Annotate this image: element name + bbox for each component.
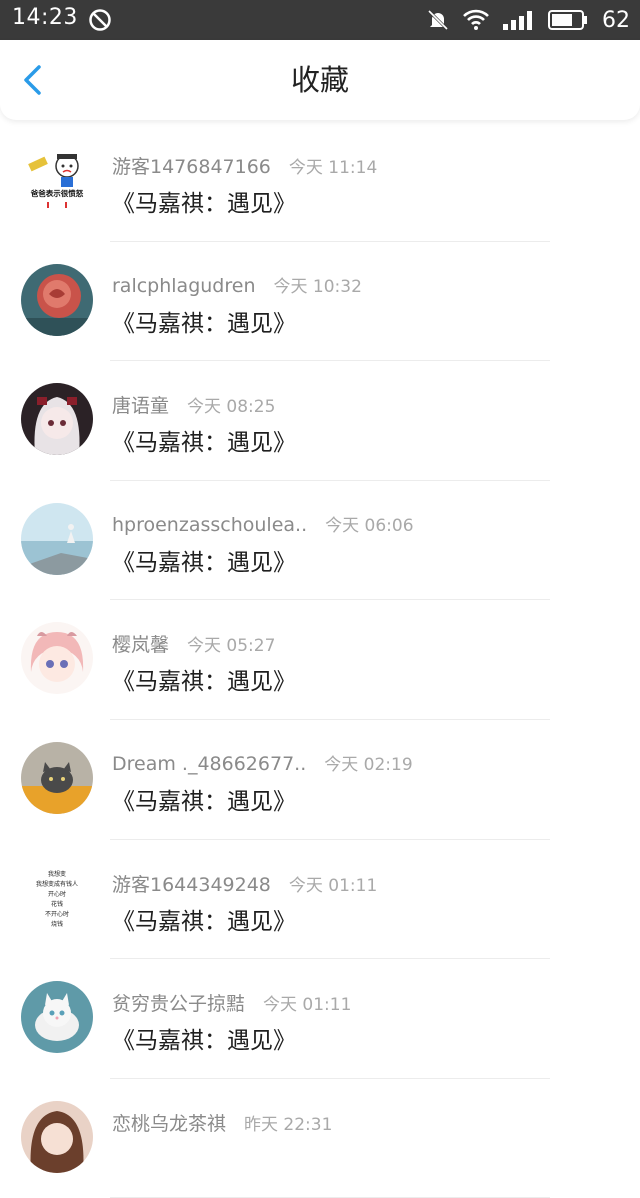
signal-icon [503,11,532,30]
list-item[interactable]: 樱岚馨 今天 05:27 《马嘉祺：遇见》 [0,600,640,720]
avatar [21,263,93,336]
avatar [21,1100,93,1173]
header: 收藏 [0,40,640,120]
avatar-text-line: 我想变 [48,870,66,878]
avatar [21,383,93,456]
avatar-text-line: 不开心时 [45,910,69,918]
status-bar: 14:23 62 [0,0,640,40]
timestamp: 今天 08:25 [187,397,276,418]
list-item[interactable]: ralcphlagudren 今天 10:32 《马嘉祺：遇见》 [0,242,640,362]
favorites-list: 爸爸表示很愤怒 游客1476847166 今天 11:14 《马嘉祺：遇见》 r… [0,122,640,1198]
timestamp: 今天 10:32 [273,276,362,297]
username: 唐语童 [112,395,170,418]
username: 贫穷贵公子掠黠 [112,993,246,1016]
avatar-caption: 爸爸表示很愤怒 [30,188,84,198]
mute-icon [427,9,449,31]
avatar: 我想变 我想变成有钱人 开心时 花钱 不开心时 烧钱 [21,861,93,934]
avatar [21,981,93,1054]
list-item[interactable]: hproenzasschoulea.. 今天 06:06 《马嘉祺：遇见》 [0,481,640,601]
avatar-text-line: 花钱 [51,900,63,908]
list-item[interactable]: 爸爸表示很愤怒 游客1476847166 今天 11:14 《马嘉祺：遇见》 [0,122,640,242]
timestamp: 今天 06:06 [325,515,414,536]
item-title: 《马嘉祺：遇见》 [112,191,296,217]
timestamp: 今天 05:27 [187,636,276,657]
list-item[interactable]: 唐语童 今天 08:25 《马嘉祺：遇见》 [0,361,640,481]
timestamp: 今天 01:11 [263,995,352,1016]
avatar-text-line: 开心时 [48,890,66,898]
username: 恋桃乌龙茶祺 [112,1112,227,1135]
avatar-text-line: 我想变成有钱人 [36,880,78,888]
avatar: 爸爸表示很愤怒 [21,144,93,216]
username: 游客1644349248 [112,873,271,896]
timestamp: 今天 02:19 [324,754,413,775]
avatar [21,502,93,575]
avatar-text-line: 烧钱 [51,920,63,928]
list-item[interactable]: Dream ._48662677.. 今天 02:19 《马嘉祺：遇见》 [0,720,640,840]
list-item[interactable]: 我想变 我想变成有钱人 开心时 花钱 不开心时 烧钱 游客1644349248 … [0,840,640,960]
avatar [21,622,93,695]
status-time: 14:23 [12,5,78,30]
timestamp: 今天 01:11 [288,875,378,896]
username: 游客1476847166 [112,156,271,178]
battery-icon [548,10,587,30]
page-title: 收藏 [290,63,349,97]
dnd-icon [89,9,111,31]
timestamp: 昨天 22:31 [244,1114,333,1135]
avatar [21,741,93,814]
item-title: 《马嘉祺：遇见》 [112,549,296,576]
timestamp: 今天 11:14 [288,158,378,178]
battery-level: 62 [602,7,630,33]
wifi-icon [463,9,489,30]
item-title: 《马嘉祺：遇见》 [112,788,296,815]
list-item[interactable]: 恋桃乌龙茶祺 昨天 22:31 [0,1079,640,1198]
username: Dream ._48662677.. [112,752,307,775]
item-title: 《马嘉祺：遇见》 [112,908,296,935]
item-title: 《马嘉祺：遇见》 [112,310,296,337]
list-item[interactable]: 贫穷贵公子掠黠 今天 01:11 《马嘉祺：遇见》 [0,959,640,1079]
item-title: 《马嘉祺：遇见》 [112,430,296,457]
username: 樱岚馨 [112,634,170,657]
status-icons: 62 [426,0,630,40]
item-title: 《马嘉祺：遇见》 [112,1028,296,1055]
username: ralcphlagudren [112,274,256,297]
item-title: 《马嘉祺：遇见》 [112,669,296,696]
username: hproenzasschoulea.. [112,513,308,536]
